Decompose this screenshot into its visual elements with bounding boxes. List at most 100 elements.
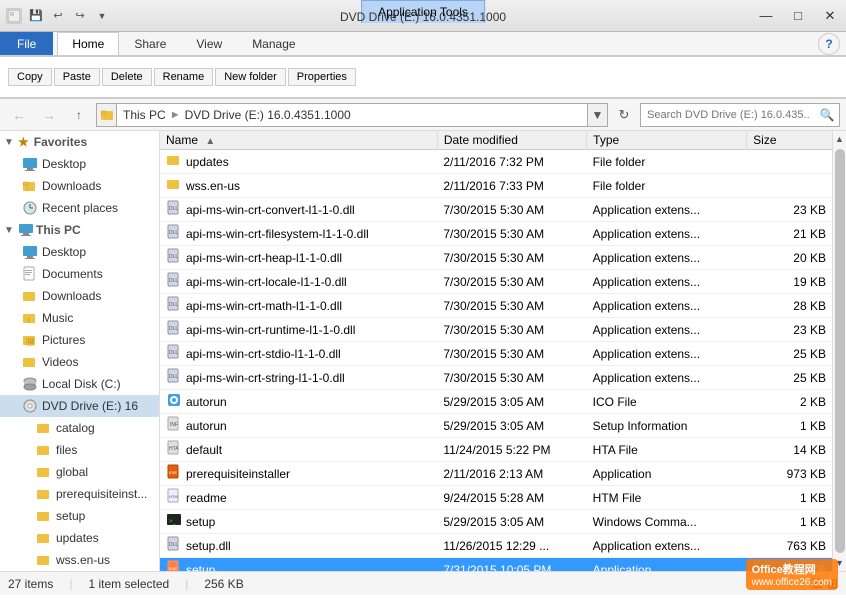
file-date: 5/29/2015 3:05 AM: [437, 510, 586, 534]
table-row[interactable]: autorun 5/29/2015 3:05 AM ICO File 2 KB: [160, 390, 832, 414]
table-row[interactable]: wss.en-us 2/11/2016 7:33 PM File folder: [160, 174, 832, 198]
tab-view[interactable]: View: [181, 32, 237, 55]
sidebar-item-updates[interactable]: updates: [0, 527, 159, 549]
col-header-date[interactable]: Date modified: [437, 131, 586, 150]
selected-count: 1 item selected: [88, 577, 169, 591]
desktop-pc-icon: [22, 244, 38, 260]
ribbon-content: Copy Paste Delete Rename New folder Prop…: [0, 56, 846, 98]
file-size: 19 KB: [747, 270, 832, 294]
col-header-name[interactable]: Name ▲: [160, 131, 437, 150]
sidebar-item-downloads-fav[interactable]: ↓ Downloads: [0, 175, 159, 197]
sidebar-item-files[interactable]: files: [0, 439, 159, 461]
ribbon-newfolder-btn[interactable]: New folder: [215, 68, 286, 86]
table-row[interactable]: HTM readme 9/24/2015 5:28 AM HTM File 1 …: [160, 486, 832, 510]
table-row[interactable]: EXE prerequisiteinstaller 2/11/2016 2:13…: [160, 462, 832, 486]
sidebar-item-documents[interactable]: Documents: [0, 263, 159, 285]
ribbon-tabs: File Home Share View Manage: [0, 32, 818, 55]
sidebar-item-catalog[interactable]: catalog: [0, 417, 159, 439]
sidebar-item-videos[interactable]: Videos: [0, 351, 159, 373]
thispc-header[interactable]: ▼ This PC: [0, 219, 159, 241]
file-type: Application extens...: [587, 246, 747, 270]
table-row[interactable]: EXE setup 7/31/2015 10:05 PM Application…: [160, 558, 832, 572]
wss-icon: [36, 552, 52, 568]
search-input[interactable]: [641, 109, 815, 121]
path-icon[interactable]: [96, 103, 116, 127]
dropdown-quick-btn[interactable]: ▼: [92, 6, 112, 26]
file-size: 23 KB: [747, 198, 832, 222]
file-type: HTM File: [587, 486, 747, 510]
svg-text:DLL: DLL: [169, 230, 178, 236]
close-button[interactable]: ✕: [814, 0, 846, 32]
tab-home[interactable]: Home: [57, 32, 119, 55]
sidebar-updates-label: updates: [56, 531, 99, 545]
tab-file[interactable]: File: [0, 32, 53, 55]
ribbon-properties-btn[interactable]: Properties: [288, 68, 356, 86]
favorites-header[interactable]: ▼ ★ Favorites: [0, 131, 159, 153]
tab-share[interactable]: Share: [119, 32, 181, 55]
item-count: 27 items: [8, 577, 53, 591]
sidebar-item-local-disk[interactable]: Local Disk (C:): [0, 373, 159, 395]
svg-text:DLL: DLL: [169, 542, 178, 548]
col-header-size[interactable]: Size: [747, 131, 832, 150]
sidebar-item-pictures[interactable]: 🖼 Pictures: [0, 329, 159, 351]
maximize-button[interactable]: □: [782, 0, 814, 32]
path-sep1: ►: [170, 109, 181, 121]
watermark-box: Office教程网 www.office26.com: [746, 559, 838, 590]
col-header-type[interactable]: Type: [587, 131, 747, 150]
table-row[interactable]: INF autorun 5/29/2015 3:05 AM Setup Info…: [160, 414, 832, 438]
forward-button[interactable]: →: [36, 103, 62, 127]
back-button[interactable]: ←: [6, 103, 32, 127]
sidebar-item-music[interactable]: ♪ Music: [0, 307, 159, 329]
sidebar-item-global[interactable]: global: [0, 461, 159, 483]
file-icon: HTM: [166, 488, 182, 507]
svg-text:EXE: EXE: [169, 470, 177, 475]
svg-text:↓: ↓: [26, 186, 29, 192]
undo-quick-btn[interactable]: ↩: [48, 6, 68, 26]
file-icon: DLL: [166, 272, 182, 291]
sidebar-item-wss[interactable]: wss.en-us: [0, 549, 159, 571]
files-icon: [36, 442, 52, 458]
search-box[interactable]: 🔍: [640, 103, 840, 127]
table-row[interactable]: DLL api-ms-win-crt-string-l1-1-0.dll 7/3…: [160, 366, 832, 390]
table-row[interactable]: DLL api-ms-win-crt-locale-l1-1-0.dll 7/3…: [160, 270, 832, 294]
help-button[interactable]: ?: [818, 33, 840, 55]
sidebar-item-prerequisite[interactable]: prerequisiteinst...: [0, 483, 159, 505]
table-row[interactable]: >_ setup 5/29/2015 3:05 AM Windows Comma…: [160, 510, 832, 534]
table-row[interactable]: DLL setup.dll 11/26/2015 12:29 ... Appli…: [160, 534, 832, 558]
sidebar-item-desktop-pc[interactable]: Desktop: [0, 241, 159, 263]
sidebar-item-desktop-fav[interactable]: Desktop: [0, 153, 159, 175]
file-icon: [166, 392, 182, 411]
search-icon[interactable]: 🔍: [815, 103, 839, 127]
table-row[interactable]: DLL api-ms-win-crt-filesystem-l1-1-0.dll…: [160, 222, 832, 246]
redo-quick-btn[interactable]: ↪: [70, 6, 90, 26]
sidebar-item-downloads-pc[interactable]: Downloads: [0, 285, 159, 307]
save-quick-btn[interactable]: 💾: [26, 6, 46, 26]
address-path[interactable]: This PC ► DVD Drive (E:) 16.0.4351.1000: [116, 103, 588, 127]
address-dropdown[interactable]: ▼: [588, 103, 608, 127]
tab-manage[interactable]: Manage: [237, 32, 310, 55]
file-size: [747, 150, 832, 174]
ribbon-paste-btn[interactable]: Paste: [54, 68, 100, 86]
table-row[interactable]: DLL api-ms-win-crt-convert-l1-1-0.dll 7/…: [160, 198, 832, 222]
ribbon-delete-btn[interactable]: Delete: [102, 68, 152, 86]
sidebar-item-dvd[interactable]: DVD Drive (E:) 16: [0, 395, 159, 417]
file-size: 1 KB: [747, 486, 832, 510]
file-date: 11/24/2015 5:22 PM: [437, 438, 586, 462]
minimize-button[interactable]: —: [750, 0, 782, 32]
table-row[interactable]: DLL api-ms-win-crt-math-l1-1-0.dll 7/30/…: [160, 294, 832, 318]
application-tools-tab[interactable]: Application Tools: [361, 0, 485, 23]
table-row[interactable]: HTA default 11/24/2015 5:22 PM HTA File …: [160, 438, 832, 462]
file-date: 2/11/2016 7:32 PM: [437, 150, 586, 174]
file-date: 11/26/2015 12:29 ...: [437, 534, 586, 558]
up-button[interactable]: ↑: [66, 103, 92, 127]
refresh-button[interactable]: ↻: [612, 103, 636, 127]
table-row[interactable]: DLL api-ms-win-crt-stdio-l1-1-0.dll 7/30…: [160, 342, 832, 366]
ribbon-rename-btn[interactable]: Rename: [154, 68, 214, 86]
right-scrollbar[interactable]: ▲ ▼: [832, 131, 846, 571]
table-row[interactable]: DLL api-ms-win-crt-heap-l1-1-0.dll 7/30/…: [160, 246, 832, 270]
sidebar-item-setup-folder[interactable]: setup: [0, 505, 159, 527]
table-row[interactable]: DLL api-ms-win-crt-runtime-l1-1-0.dll 7/…: [160, 318, 832, 342]
sidebar-item-recent-fav[interactable]: Recent places: [0, 197, 159, 219]
ribbon-copy-btn[interactable]: Copy: [8, 68, 52, 86]
table-row[interactable]: updates 2/11/2016 7:32 PM File folder: [160, 150, 832, 174]
